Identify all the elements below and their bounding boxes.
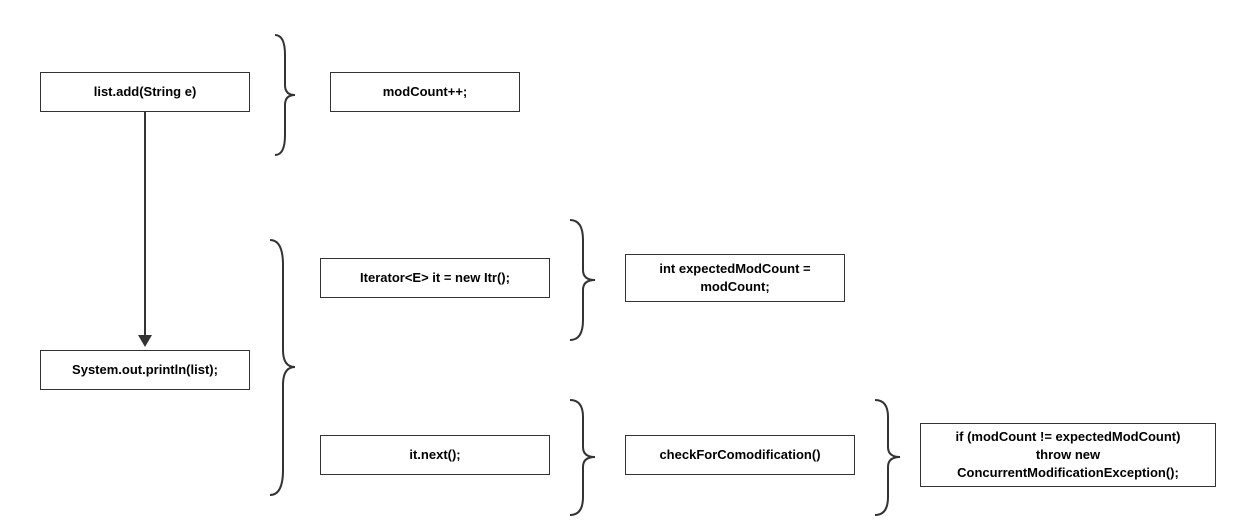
box-iterator: Iterator<E> it = new Itr(); [320, 258, 550, 298]
text-println: System.out.println(list); [72, 361, 218, 379]
box-expected-mod: int expectedModCount = modCount; [625, 254, 845, 302]
box-checkfor: checkForComodification() [625, 435, 855, 475]
box-itnext: it.next(); [320, 435, 550, 475]
brace-2 [255, 235, 310, 500]
arrow-head [138, 335, 152, 347]
box-println: System.out.println(list); [40, 350, 250, 390]
text-itnext: it.next(); [409, 446, 460, 464]
box-list-add: list.add(String e) [40, 72, 250, 112]
text-iterator: Iterator<E> it = new Itr(); [360, 269, 510, 287]
text-list-add: list.add(String e) [94, 83, 197, 101]
text-ifmodcount: if (modCount != expectedModCount) throw … [956, 428, 1181, 483]
brace-5 [860, 395, 915, 520]
box-modcount: modCount++; [330, 72, 520, 112]
text-checkfor: checkForComodification() [659, 446, 820, 464]
brace-1 [260, 30, 310, 160]
arrow-line [144, 112, 146, 337]
text-expected-mod: int expectedModCount = modCount; [638, 260, 832, 296]
text-modcount: modCount++; [383, 83, 468, 101]
box-ifmodcount: if (modCount != expectedModCount) throw … [920, 423, 1216, 487]
brace-4 [555, 395, 610, 520]
brace-3 [555, 215, 610, 345]
